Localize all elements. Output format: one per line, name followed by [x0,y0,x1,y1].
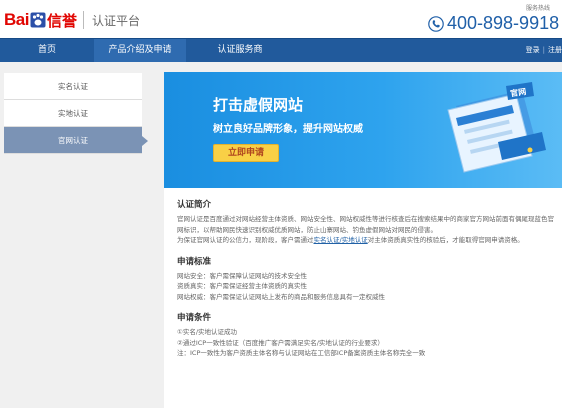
nav-divider: | [542,46,545,54]
banner-title: 打击虚假网站 [213,96,304,114]
phone-icon [428,15,444,32]
criteria-item: 网站安全：客户需保障认证网站的技术安全性 [177,271,307,280]
platform-title: 认证平台 [91,13,140,28]
login-link[interactable]: 登录 [526,46,540,54]
logo-divider [82,11,84,29]
baidu-xinyu-logo[interactable]: Bai 信誉 认证平台 [4,8,140,32]
banner-subtitle: 树立良好品牌形象，提升网站权威 [213,124,363,135]
intro-paragraph-2-before: 为保证官网认证的公信力，现阶段，客户需通过 [177,236,314,244]
logo-xinyu-text: 信誉 [46,11,77,30]
intro-paragraph-2-after: 对主体资质真实性的核验后，才能取得官网申请资格。 [367,236,524,244]
condition-item: ②通过ICP一致性验证（百度推广客户需满足实名/实地认证的行业要求） [177,338,384,347]
logo-bai-text: Bai [4,10,29,29]
certificate-illustration-icon: 官网 [447,82,546,173]
promo-banner: 打击虚假网站 树立良好品牌形象，提升网站权威 立即申请 官网 [164,72,562,188]
sidebar-item-on-site[interactable]: 实地认证 [4,100,142,127]
main-nav: 首页 产品介绍及申请 认证服务商 登录 | 注册 [0,38,562,62]
register-link[interactable]: 注册 [548,46,562,54]
nav-item-providers[interactable]: 认证服务商 [186,39,294,62]
condition-note: 注：ICP一致性为客户资质主体名称与认证网站在工信部ICP备案资质主体名称完全一… [177,349,426,357]
main-content: 打击虚假网站 树立良好品牌形象，提升网站权威 立即申请 官网 认证简介 官网认证… [164,72,562,408]
intro-paragraph-1: 官网认证是百度通过对网站经营主体资质、网站安全性、网站权威性等进行核查后在搜索结… [177,215,554,234]
section-title-criteria: 申请标准 [177,256,212,267]
hotline-label: 服务热线 [525,6,550,12]
hotline-number: 400-898-9918 [447,13,560,33]
apply-now-button[interactable]: 立即申请 [213,144,279,162]
nav-item-products[interactable]: 产品介绍及申请 [94,39,186,62]
sidebar: 实名认证 实地认证 官网认证 [4,73,148,154]
section-title-conditions: 申请条件 [177,313,212,323]
hotline: 400-898-9918 [428,13,559,34]
nav-item-home[interactable]: 首页 [0,39,94,62]
sidebar-item-real-name[interactable]: 实名认证 [4,73,142,100]
criteria-item: 网站权威：客户需保证认证网站上发布的商品和服务信息具有一定权威性 [177,292,385,301]
paw-icon [30,12,46,28]
intro-paragraph-2: 为保证官网认证的公信力，现阶段，客户需通过实名认证/实地认证对主体资质真实性的核… [177,235,555,246]
real-name-onsite-link[interactable]: 实名认证/实地认证 [314,236,368,244]
sidebar-item-official-site[interactable]: 官网认证 [4,127,148,154]
article: 认证简介 官网认证是百度通过对网站经营主体资质、网站安全性、网站权威性等进行核查… [177,198,555,368]
condition-item: ①实名/实地认证成功 [177,328,238,336]
section-title-intro: 认证简介 [177,200,212,210]
nav-account: 登录 | 注册 [526,39,562,62]
criteria-item: 资质真实：客户需保证经营主体资质的真实性 [177,282,307,290]
header: Bai 信誉 认证平台 服务热线 400-898-9918 [0,0,562,40]
